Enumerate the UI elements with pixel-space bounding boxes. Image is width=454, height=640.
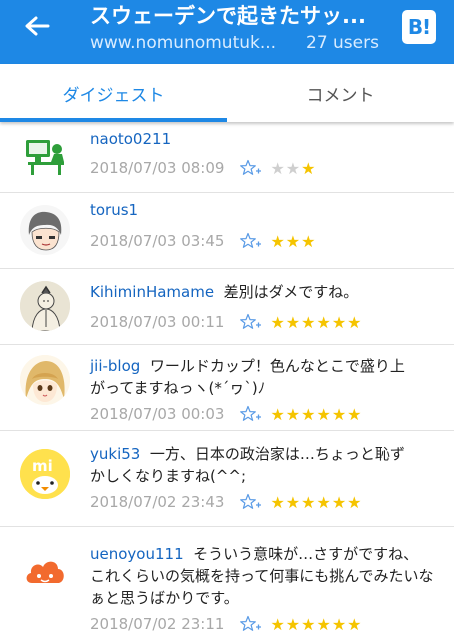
comment-meta: 2018/07/03 08:09 ★★★ — [90, 157, 316, 179]
timestamp: 2018/07/03 08:09 — [90, 159, 225, 177]
add-star-icon — [240, 405, 262, 421]
avatar[interactable]: mi — [20, 449, 70, 499]
comment-text: 差別はダメですね。 — [223, 283, 359, 301]
avatar[interactable] — [20, 355, 70, 405]
svg-text:mi: mi — [32, 457, 53, 475]
mi-duck-icon: mi — [20, 449, 70, 499]
yellow-stars: ★★★★★★ — [270, 404, 363, 424]
avatar[interactable] — [20, 547, 70, 597]
comment-meta: 2018/07/03 03:45 ★★★ — [90, 230, 316, 252]
timestamp: 2018/07/03 03:45 — [90, 232, 225, 250]
add-star-icon — [240, 313, 262, 329]
comment-list: naoto0211 2018/07/03 08:09 ★★★ torus1 20… — [0, 122, 454, 640]
comment-text-continued: これくらいの気概を持って何事にも挑んでみたいなぁと思うばかりです。 — [90, 567, 434, 607]
orange-cloud-icon — [20, 547, 70, 597]
tab-bar: ダイジェスト コメント — [0, 64, 454, 122]
add-star-button[interactable] — [240, 312, 262, 332]
comment-text: そういう意味が…さすがですね、 — [193, 545, 419, 563]
timestamp: 2018/07/02 23:11 — [90, 615, 225, 633]
list-item: uenoyou111 そういう意味が…さすがですね、 これくらいの気概を持って何… — [0, 527, 454, 640]
comment-body: torus1 — [90, 199, 440, 221]
add-star-button[interactable] — [240, 158, 262, 178]
entry-domain: www.nomunomutuk... — [90, 33, 277, 53]
username-link[interactable]: yuki53 — [90, 445, 140, 463]
star-rating: ★★★★★★ — [270, 313, 362, 332]
gray-stars: ★★ — [270, 158, 302, 178]
app-bar: スウェーデンで起きたサッ... www.nomunomutuk... 27 us… — [0, 0, 454, 64]
add-star-icon — [240, 159, 262, 175]
yellow-stars: ★★★★★★ — [270, 312, 363, 332]
tab-digest[interactable]: ダイジェスト — [0, 64, 227, 122]
comment-body: KihiminHamame 差別はダメですね。 — [90, 281, 440, 303]
list-item: torus1 2018/07/03 03:45 ★★★ — [0, 193, 454, 268]
star-rating: ★★★★★★ — [270, 493, 362, 512]
list-item: naoto0211 2018/07/03 08:09 ★★★ — [0, 122, 454, 192]
anime-girl-icon — [20, 355, 70, 405]
list-item: mi yuki53 一方、日本の政治家は…ちょっと恥ず かしくなりますね(^^;… — [0, 431, 454, 526]
sketch-portrait-icon — [20, 281, 70, 331]
entry-title: スウェーデンで起きたサッ... — [90, 4, 366, 28]
comment-text: ワールドカップ！色んなとこで盛り上 — [149, 357, 405, 375]
yellow-stars: ★★★ — [270, 231, 317, 251]
active-tab-indicator — [0, 118, 227, 122]
star-rating: ★★★★★★ — [270, 405, 362, 424]
add-star-icon — [240, 615, 262, 631]
comment-text: 一方、日本の政治家は…ちょっと恥ず — [149, 445, 405, 463]
avatar[interactable] — [20, 205, 70, 255]
comment-meta: 2018/07/03 00:03 ★★★★★★ — [90, 403, 363, 425]
list-item: KihiminHamame 差別はダメですね。 2018/07/03 00:11… — [0, 269, 454, 344]
back-arrow-icon — [25, 16, 50, 36]
timestamp: 2018/07/03 00:03 — [90, 405, 225, 423]
star-rating: ★★★★★★ — [270, 615, 362, 634]
add-star-icon — [240, 493, 262, 509]
username-link[interactable]: KihiminHamame — [90, 283, 214, 301]
username-link[interactable]: torus1 — [90, 201, 138, 219]
back-button[interactable] — [20, 12, 54, 40]
username-link[interactable]: uenoyou111 — [90, 545, 184, 563]
hatena-bookmark-icon[interactable]: B! — [402, 10, 436, 44]
username-link[interactable]: naoto0211 — [90, 130, 171, 148]
comment-meta: 2018/07/03 00:11 ★★★★★★ — [90, 311, 363, 333]
add-star-button[interactable] — [240, 404, 262, 424]
timestamp: 2018/07/02 23:43 — [90, 493, 225, 511]
add-star-button[interactable] — [240, 614, 262, 634]
avatar[interactable] — [20, 132, 70, 182]
star-rating: ★★★ — [270, 232, 316, 251]
add-star-button[interactable] — [240, 492, 262, 512]
cartoon-face-icon — [20, 205, 70, 255]
pc-user-icon — [26, 140, 64, 175]
tab-comments[interactable]: コメント — [227, 64, 454, 122]
list-item: jii-blog ワールドカップ！色んなとこで盛り上 がってますねっヽ(*´ヮ`… — [0, 345, 454, 430]
add-star-icon — [240, 232, 262, 248]
comment-meta: 2018/07/02 23:43 ★★★★★★ — [90, 491, 363, 513]
comment-body: naoto0211 — [90, 128, 440, 150]
comment-text-continued: がってますねっヽ(*´ヮ`)ﾉ — [90, 379, 266, 397]
comment-meta: 2018/07/02 23:11 ★★★★★★ — [90, 613, 363, 635]
comment-text-continued: かしくなりますね(^^; — [90, 467, 247, 485]
username-link[interactable]: jii-blog — [90, 357, 140, 375]
yellow-stars: ★ — [301, 158, 317, 178]
avatar[interactable] — [20, 281, 70, 331]
comment-body: jii-blog ワールドカップ！色んなとこで盛り上 がってますねっヽ(*´ヮ`… — [90, 355, 440, 399]
yellow-stars: ★★★★★★ — [270, 614, 363, 634]
bookmark-user-count: 27 users — [306, 33, 379, 53]
star-rating: ★★★ — [270, 159, 316, 178]
timestamp: 2018/07/03 00:11 — [90, 313, 225, 331]
comment-body: uenoyou111 そういう意味が…さすがですね、 これくらいの気概を持って何… — [90, 543, 440, 609]
add-star-button[interactable] — [240, 231, 262, 251]
comment-body: yuki53 一方、日本の政治家は…ちょっと恥ず かしくなりますね(^^; — [90, 443, 440, 487]
yellow-stars: ★★★★★★ — [270, 492, 363, 512]
